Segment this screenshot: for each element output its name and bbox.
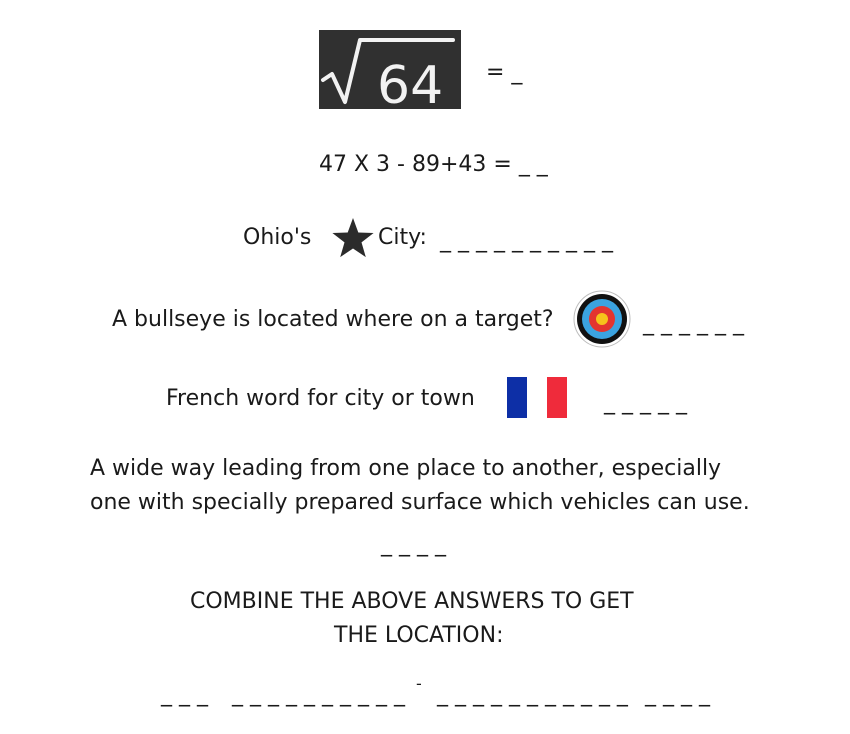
q4-question: A bullseye is located where on a target? — [112, 307, 554, 332]
radicand: 64 — [377, 56, 443, 109]
final-answer-blanks-4: _ _ _ _ — [645, 682, 710, 707]
final-answer-blanks-1: _ _ _ — [161, 682, 208, 707]
final-answer-dash: - — [416, 674, 422, 693]
q3-answer-blanks: _ _ _ _ _ _ _ _ _ _ — [440, 228, 613, 253]
square-root-image: 64 — [319, 30, 461, 109]
q3-suffix: City: — [378, 225, 427, 250]
q5-question: French word for city or town — [166, 386, 475, 411]
q6-definition-line-2: one with specially prepared surface whic… — [90, 490, 750, 515]
french-flag-icon — [507, 377, 567, 418]
target-icon — [571, 289, 633, 349]
q2-equation: 47 X 3 - 89+43 = _ _ — [319, 152, 548, 177]
star-icon — [332, 218, 374, 258]
combine-instruction-line-1: COMBINE THE ABOVE ANSWERS TO GET — [190, 589, 634, 614]
q4-answer-blanks: _ _ _ _ _ _ — [643, 311, 744, 336]
q3-prefix: Ohio's — [243, 225, 312, 250]
q6-definition-line-1: A wide way leading from one place to ano… — [90, 456, 722, 481]
final-answer-blanks-3: _ _ _ _ _ _ _ _ _ _ _ — [437, 682, 628, 707]
final-answer-blanks-2: _ _ _ _ _ _ _ _ _ _ — [232, 682, 405, 707]
q5-answer-blanks: _ _ _ _ _ — [604, 390, 687, 415]
combine-instruction-line-2: THE LOCATION: — [334, 623, 504, 648]
q6-answer-blanks: _ _ _ _ — [381, 532, 446, 557]
q1-answer-blank: = _ — [486, 60, 523, 85]
